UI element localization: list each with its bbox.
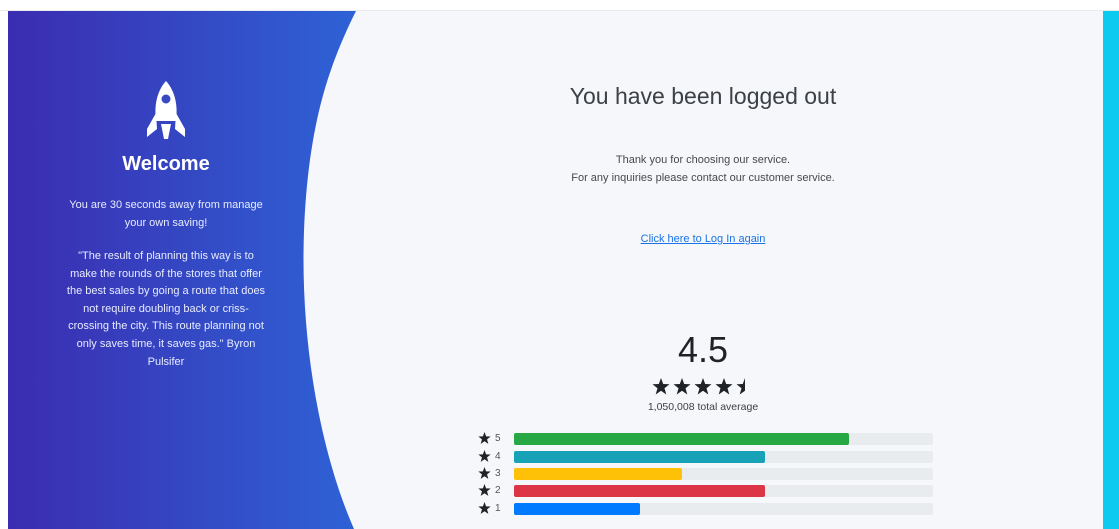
star-icon — [694, 378, 712, 395]
welcome-intro: You are 30 seconds away from manage your… — [69, 199, 263, 229]
left-margin — [0, 11, 8, 529]
star-icon — [478, 450, 491, 462]
rating-bar-number: 5 — [495, 433, 501, 444]
half-star-icon — [736, 378, 745, 395]
star-icon — [478, 484, 491, 496]
star-icon — [478, 467, 491, 479]
rating-bar-fill — [514, 468, 682, 480]
rating-bar-track — [514, 468, 933, 480]
star-icon — [715, 378, 733, 395]
relogin-link[interactable]: Click here to Log In again — [641, 233, 766, 245]
rating-bar-track — [514, 485, 933, 497]
star-icon — [478, 432, 491, 444]
sidebar: Welcome You are 30 seconds away from man… — [66, 79, 266, 371]
rating-bar-number: 3 — [495, 468, 501, 479]
rocket-icon — [147, 81, 185, 139]
rating-bar-label: 3 — [478, 467, 508, 480]
welcome-heading: Welcome — [122, 153, 210, 175]
rating-total: 1,050,008 total average — [647, 401, 759, 413]
rating-bar-number: 2 — [495, 485, 501, 496]
rating-bar-fill — [514, 451, 766, 463]
rating-bar-number: 4 — [495, 451, 501, 462]
rating-bar-label: 4 — [478, 450, 508, 463]
star-icon — [652, 378, 670, 395]
star-icon — [478, 502, 491, 514]
top-border — [0, 0, 1119, 11]
page-title: You have been logged out — [569, 83, 837, 109]
rating-bar-fill — [514, 485, 766, 497]
rating-bar-fill — [514, 433, 850, 445]
rating-bar-track — [514, 503, 933, 515]
rating-bar-fill — [514, 503, 640, 515]
star-icon — [673, 378, 691, 395]
thank-you-line: Thank you for choosing our service. — [615, 154, 791, 166]
right-accent-bar — [1103, 11, 1119, 529]
star-rating — [652, 378, 745, 395]
rating-bar-label: 2 — [478, 484, 508, 497]
welcome-quote: "The result of planning this way is to m… — [66, 250, 266, 368]
thank-you-message: Thank you for choosing our service. For … — [348, 151, 1058, 187]
rating-bar-label: 1 — [478, 502, 508, 515]
rating-bar-track — [514, 451, 933, 463]
relogin-row: Click here to Log In again — [348, 233, 1058, 245]
inquiry-line: For any inquiries please contact our cus… — [571, 172, 835, 184]
rating-bar-number: 1 — [495, 503, 501, 514]
rating-bar-label: 5 — [478, 432, 508, 445]
logout-card: Welcome You are 30 seconds away from man… — [8, 11, 1103, 529]
rating-score: 4.5 — [677, 329, 729, 370]
rating-bar-track — [514, 433, 933, 445]
